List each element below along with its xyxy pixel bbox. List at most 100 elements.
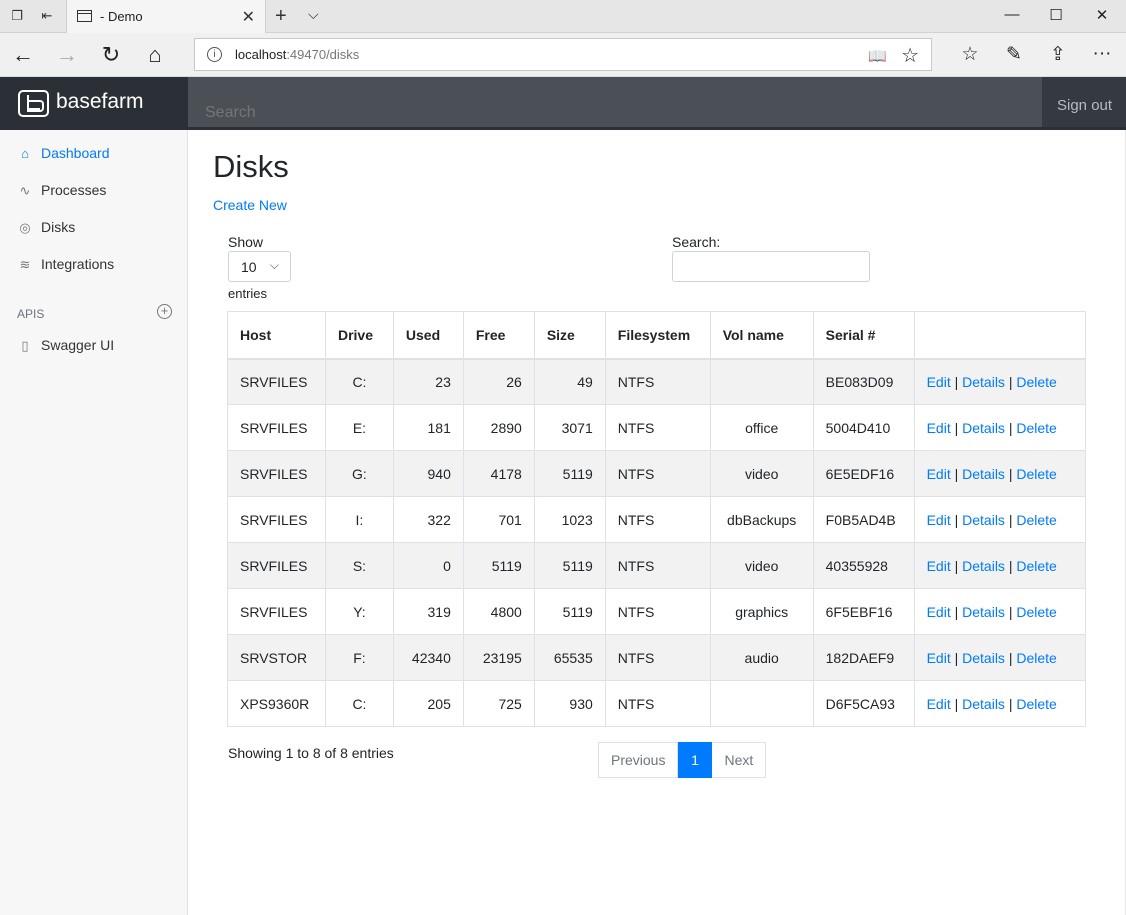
column-header[interactable]: Host bbox=[227, 311, 326, 360]
create-new-link[interactable]: Create New bbox=[213, 197, 287, 213]
tab-actions-icon[interactable]: ❐ bbox=[9, 8, 25, 24]
delete-link[interactable]: Delete bbox=[1016, 558, 1056, 574]
table-cell: SRVSTOR bbox=[227, 634, 326, 681]
column-header[interactable]: Free bbox=[462, 311, 535, 360]
browser-tab[interactable]: - Demo ✕ bbox=[66, 0, 266, 33]
table-cell: graphics bbox=[709, 588, 814, 635]
edit-link[interactable]: Edit bbox=[927, 420, 951, 436]
table-cell: 701 bbox=[462, 496, 535, 543]
action-separator: | bbox=[1008, 695, 1013, 712]
edit-link[interactable]: Edit bbox=[927, 650, 951, 666]
details-link[interactable]: Details bbox=[962, 374, 1005, 390]
table-cell: 23195 bbox=[462, 634, 535, 681]
table-cell bbox=[709, 358, 814, 405]
details-link[interactable]: Details bbox=[962, 466, 1005, 482]
refresh-icon[interactable]: ↻ bbox=[98, 42, 124, 68]
url-text[interactable]: localhost:49470/disks bbox=[235, 47, 359, 62]
column-header[interactable]: Drive bbox=[324, 311, 394, 360]
set-aside-tabs-icon[interactable]: ⇤ bbox=[39, 8, 55, 24]
delete-link[interactable]: Delete bbox=[1016, 420, 1056, 436]
sidebar-item-integrations[interactable]: ≋ Integrations bbox=[17, 255, 177, 275]
action-separator: | bbox=[954, 603, 959, 620]
details-link[interactable]: Details bbox=[962, 696, 1005, 712]
browser-nav-bar: ← → ↻ ⌂ i localhost:49470/disks 📖 ☆ ☆ ✎ … bbox=[0, 33, 1126, 77]
table-cell: 6F5EBF16 bbox=[812, 588, 915, 635]
details-link[interactable]: Details bbox=[962, 650, 1005, 666]
column-header[interactable]: Serial # bbox=[812, 311, 915, 360]
next-page-button[interactable]: Next bbox=[712, 742, 767, 778]
column-header[interactable]: Filesystem bbox=[604, 311, 711, 360]
add-api-icon[interactable]: + bbox=[157, 304, 172, 319]
site-info-icon[interactable]: i bbox=[207, 47, 222, 62]
edit-link[interactable]: Edit bbox=[927, 374, 951, 390]
favorites-list-icon[interactable]: ☆ bbox=[958, 43, 982, 66]
table-row: SRVFILES I: 322 701 1023 NTFS dbBackups F0B5AD4… bbox=[227, 496, 1087, 543]
table-cell: 5119 bbox=[462, 542, 535, 589]
table-row: SRVFILES S: 0 5119 5119 NTFS video 40355928 Edit… bbox=[227, 542, 1087, 589]
table-cell: 319 bbox=[392, 588, 464, 635]
share-icon[interactable]: ⇪ bbox=[1046, 43, 1070, 66]
action-separator: | bbox=[954, 419, 959, 436]
reading-view-icon[interactable]: 📖 bbox=[868, 47, 887, 65]
table-cell: 930 bbox=[533, 680, 606, 727]
book-icon: ▯ bbox=[21, 338, 29, 353]
table-row: SRVFILES Y: 319 4800 5119 NTFS graphics 6F5EBF1… bbox=[227, 588, 1087, 635]
pen-icon[interactable]: ✎ bbox=[1002, 43, 1026, 66]
chevron-down-icon: ⌵ bbox=[269, 258, 279, 272]
forward-icon[interactable]: → bbox=[54, 42, 80, 68]
delete-link[interactable]: Delete bbox=[1016, 696, 1056, 712]
edit-link[interactable]: Edit bbox=[927, 558, 951, 574]
edit-link[interactable]: Edit bbox=[927, 604, 951, 620]
close-window-icon[interactable]: ✕ bbox=[1092, 6, 1112, 24]
address-bar[interactable]: i localhost:49470/disks 📖 ☆ bbox=[194, 38, 932, 71]
action-separator: | bbox=[1008, 465, 1013, 482]
sign-out-link[interactable]: Sign out bbox=[1057, 97, 1112, 114]
header-search-input[interactable] bbox=[188, 77, 1042, 130]
table-cell: 5119 bbox=[533, 542, 606, 589]
delete-link[interactable]: Delete bbox=[1016, 374, 1056, 390]
close-tab-icon[interactable]: ✕ bbox=[242, 7, 255, 27]
sidebar: ⌂ Dashboard ∿ Processes ◎ Disks ≋ Integr… bbox=[0, 130, 188, 915]
delete-link[interactable]: Delete bbox=[1016, 650, 1056, 666]
page-length-select[interactable]: 10 ⌵ bbox=[228, 251, 291, 282]
details-link[interactable]: Details bbox=[962, 604, 1005, 620]
previous-page-button[interactable]: Previous bbox=[598, 742, 679, 778]
more-icon[interactable]: ··· bbox=[1090, 43, 1114, 65]
table-cell: 26 bbox=[462, 358, 535, 405]
sidebar-item-processes[interactable]: ∿ Processes bbox=[17, 181, 177, 201]
details-link[interactable]: Details bbox=[962, 558, 1005, 574]
show-label: Show bbox=[228, 234, 264, 250]
edit-link[interactable]: Edit bbox=[927, 466, 951, 482]
edit-link[interactable]: Edit bbox=[927, 512, 951, 528]
sidebar-item-disks[interactable]: ◎ Disks bbox=[17, 218, 177, 238]
edit-link[interactable]: Edit bbox=[927, 696, 951, 712]
column-header[interactable]: Size bbox=[533, 311, 606, 360]
brand[interactable]: basefarm bbox=[0, 77, 188, 130]
table-cell: 725 bbox=[462, 680, 535, 727]
table-cell: NTFS bbox=[604, 450, 711, 497]
column-header[interactable]: Vol name bbox=[709, 311, 814, 360]
favorite-star-icon[interactable]: ☆ bbox=[901, 43, 919, 68]
delete-link[interactable]: Delete bbox=[1016, 512, 1056, 528]
table-cell: C: bbox=[324, 680, 394, 727]
maximize-icon[interactable]: ☐ bbox=[1046, 6, 1066, 24]
minimize-icon[interactable]: — bbox=[1002, 6, 1022, 23]
back-icon[interactable]: ← bbox=[10, 42, 36, 68]
page-1-button[interactable]: 1 bbox=[678, 742, 713, 778]
delete-link[interactable]: Delete bbox=[1016, 466, 1056, 482]
table-search-input[interactable] bbox=[672, 251, 870, 282]
column-header[interactable]: Used bbox=[392, 311, 464, 360]
table-cell: SRVFILES bbox=[227, 404, 326, 451]
details-link[interactable]: Details bbox=[962, 420, 1005, 436]
home-browser-icon[interactable]: ⌂ bbox=[142, 42, 168, 68]
delete-link[interactable]: Delete bbox=[1016, 604, 1056, 620]
table-cell: 322 bbox=[392, 496, 464, 543]
details-link[interactable]: Details bbox=[962, 512, 1005, 528]
table-cell: G: bbox=[324, 450, 394, 497]
new-tab-icon[interactable]: + bbox=[275, 5, 287, 28]
table-cell: SRVFILES bbox=[227, 542, 326, 589]
row-actions: Edit | Details | Delete bbox=[913, 450, 1087, 497]
tab-list-chevron-icon[interactable]: ⌵ bbox=[308, 6, 319, 23]
sidebar-item-dashboard[interactable]: ⌂ Dashboard bbox=[17, 144, 177, 164]
sidebar-item-swagger-ui[interactable]: ▯ Swagger UI bbox=[17, 336, 177, 356]
